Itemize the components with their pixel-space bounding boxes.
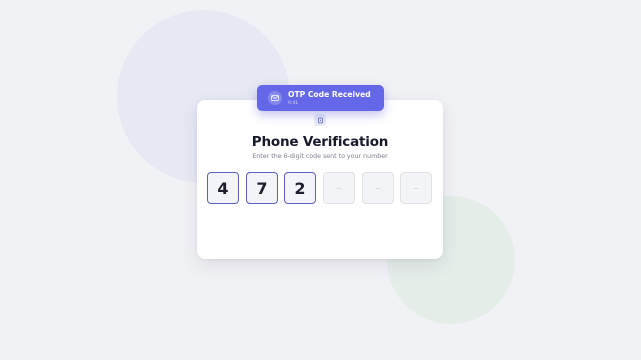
otp-digit-6[interactable]: — <box>400 172 432 204</box>
mail-icon <box>268 91 282 105</box>
otp-digit-5[interactable]: — <box>362 172 394 204</box>
toast-title: OTP Code Received <box>288 90 371 99</box>
lock-icon <box>314 114 326 126</box>
otp-digit-3[interactable]: 2 <box>284 172 316 204</box>
otp-digit-1[interactable]: 4 <box>207 172 239 204</box>
page-subtitle: Enter the 6-digit code sent to your numb… <box>252 153 388 160</box>
otp-notification-toast[interactable]: OTP Code Received 9:41 <box>257 85 384 111</box>
verification-card: Phone Verification Enter the 6-digit cod… <box>197 100 443 259</box>
otp-digit-2[interactable]: 7 <box>246 172 278 204</box>
toast-timestamp: 9:41 <box>288 101 299 106</box>
otp-digit-4[interactable]: — <box>323 172 355 204</box>
page-title: Phone Verification <box>251 134 389 150</box>
